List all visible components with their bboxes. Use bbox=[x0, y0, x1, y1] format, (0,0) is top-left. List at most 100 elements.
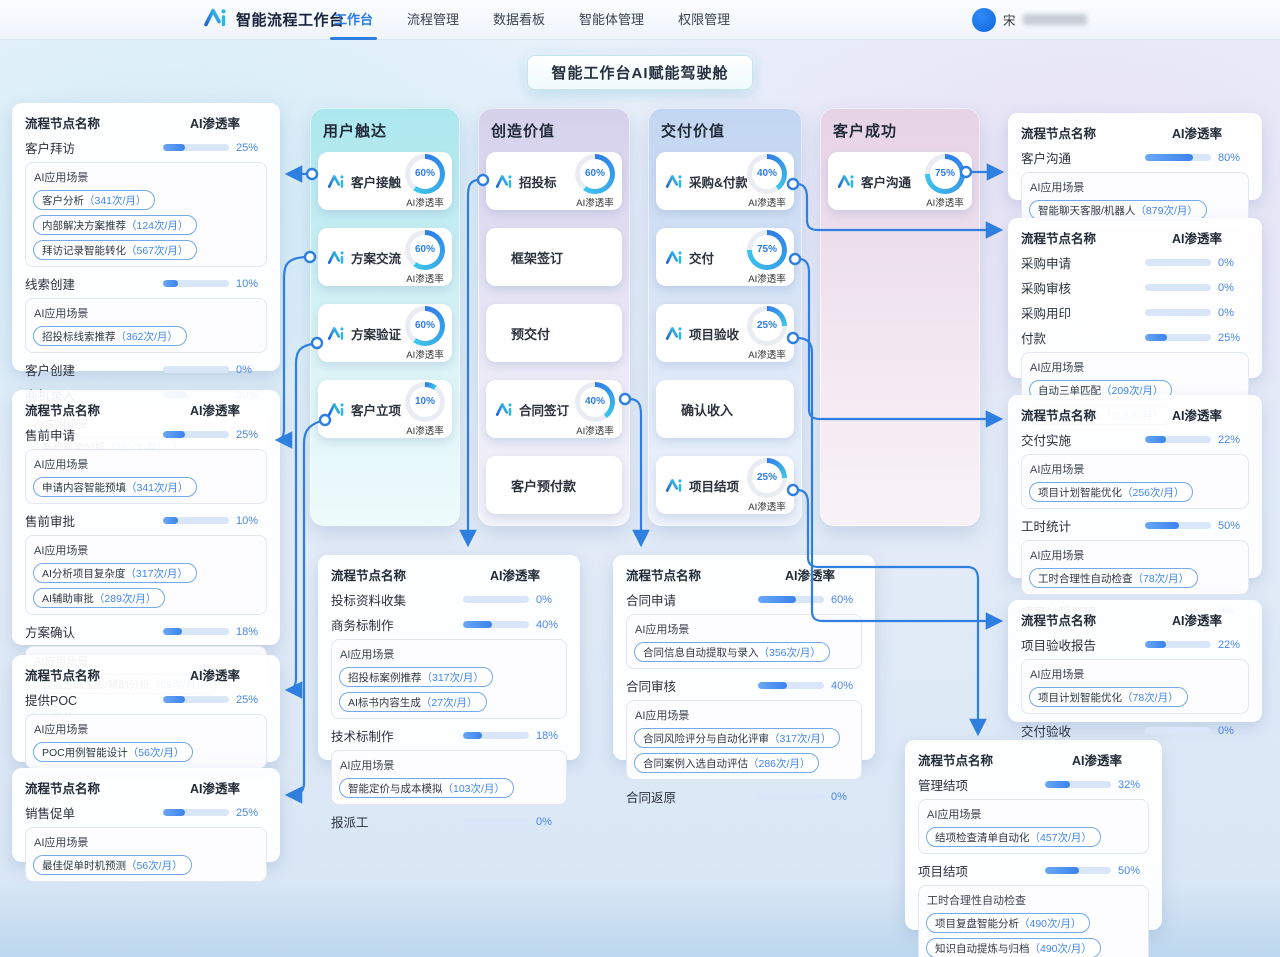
ai-scenario-title: 工时合理性自动检查 bbox=[927, 892, 1141, 908]
ai-scenario-chip[interactable]: 工时合理性自动检查（78次/月） bbox=[1029, 568, 1198, 588]
progress-percent: 50% bbox=[1118, 865, 1140, 877]
ai-scenario-chip[interactable]: 拜访记录智能转化（567次/月） bbox=[33, 240, 197, 260]
avatar[interactable] bbox=[972, 8, 996, 32]
nav-tab-2[interactable]: 数据看板 bbox=[493, 0, 545, 40]
gauge-wrap: 60%AI渗透率 bbox=[405, 306, 445, 361]
ai-workflow-dashboard: 智能流程工作台 工作台流程管理数据看板智能体管理权限管理 宋 智能工作台AI赋能… bbox=[0, 0, 1280, 957]
node-name: 框架签订 bbox=[511, 248, 615, 267]
chip-list: POC用例智能设计（56次/月） bbox=[33, 742, 259, 762]
ai-scenario-chip[interactable]: 智能聊天客服/机器人（879次/月） bbox=[1029, 200, 1207, 220]
gauge-percent: 25% bbox=[757, 472, 777, 483]
stage-node[interactable]: 项目验收25%AI渗透率 bbox=[656, 304, 794, 362]
ai-scenario-chip[interactable]: 结项检查清单自动化（457次/月） bbox=[926, 827, 1101, 847]
ai-scenario-chip[interactable]: 申请内容智能预填（341次/月） bbox=[33, 477, 197, 497]
chip-text: 最佳促单时机预测 bbox=[42, 860, 126, 872]
bar-column: 25% bbox=[163, 694, 267, 706]
stage-node[interactable]: 客户接触60%AI渗透率 bbox=[318, 152, 452, 210]
chip-count: （317次/月） bbox=[422, 672, 484, 684]
stage-node[interactable]: 合同签订40%AI渗透率 bbox=[486, 380, 622, 438]
card-header: 流程节点名称AI渗透率 bbox=[626, 565, 862, 584]
progress-bar bbox=[463, 818, 529, 825]
gauge-percent: 40% bbox=[757, 168, 777, 179]
ai-scenario-chip[interactable]: 项目计划智能优化（256次/月） bbox=[1029, 482, 1193, 502]
ai-scenario-chip[interactable]: 内部解决方案推荐（124次/月） bbox=[33, 215, 197, 235]
node-name: 客户沟通 bbox=[861, 172, 925, 191]
table-row: 商务标制作40%AI应用场景招投标案例推荐（317次/月）AI标书内容生成（27… bbox=[331, 615, 567, 719]
chip-list: 工时合理性自动检查（78次/月） bbox=[1029, 568, 1241, 588]
stage-node[interactable]: 交付75%AI渗透率 bbox=[656, 228, 794, 286]
brand-logo-icon bbox=[203, 7, 229, 33]
ai-logo-icon bbox=[203, 7, 229, 28]
ai-scenario-chip[interactable]: 知识自动提炼与归档（490次/月） bbox=[926, 938, 1101, 957]
ai-scenario-box: AI应用场景招投标案例推荐（317次/月）AI标书内容生成（27次/月） bbox=[331, 639, 567, 719]
stage-node[interactable]: 预交付 bbox=[486, 304, 622, 362]
chip-count: （317次/月） bbox=[769, 733, 831, 745]
stage-node[interactable]: 客户预付款 bbox=[486, 456, 622, 514]
gauge-inner: 10% bbox=[410, 387, 440, 417]
ai-scenario-chip[interactable]: 招投标案例推荐（317次/月） bbox=[339, 667, 493, 687]
stage-node[interactable]: 方案验证60%AI渗透率 bbox=[318, 304, 452, 362]
progress-bar bbox=[463, 596, 529, 603]
stage-node[interactable]: 招投标60%AI渗透率 bbox=[486, 152, 622, 210]
progress-percent: 22% bbox=[1218, 434, 1240, 446]
nav-tab-1[interactable]: 流程管理 bbox=[407, 0, 459, 40]
penetration-gauge: 25% bbox=[747, 458, 787, 498]
ai-scenario-chip[interactable]: 项目计划智能优化（78次/月） bbox=[1029, 687, 1188, 707]
ai-logo-icon bbox=[665, 478, 684, 493]
ai-scenario-chip[interactable]: 合同信息自动提取与录入（356次/月） bbox=[634, 642, 830, 662]
ai-scenario-box: AI应用场景合同风险评分与自动化评审（317次/月）合同案例入选自动评估（286… bbox=[626, 700, 862, 780]
node-label: 采购审核 bbox=[1021, 278, 1145, 297]
row-line: 商务标制作40% bbox=[331, 615, 567, 634]
chip-text: AI辅助审批 bbox=[42, 593, 94, 605]
ai-scenario-chip[interactable]: AI辅助审批（289次/月） bbox=[33, 588, 165, 608]
gauge-wrap: 75%AI渗透率 bbox=[925, 154, 965, 209]
gauge-caption: AI渗透率 bbox=[748, 347, 785, 361]
brand[interactable]: 智能流程工作台 bbox=[203, 7, 345, 33]
ai-scenario-chip[interactable]: AI标书内容生成（27次/月） bbox=[339, 692, 487, 712]
row-line: 销售促单25% bbox=[25, 803, 267, 822]
stage-node[interactable]: 客户沟通75%AI渗透率 bbox=[828, 152, 972, 210]
stage-node[interactable]: 确认收入 bbox=[656, 380, 794, 438]
nav-tab-4[interactable]: 权限管理 bbox=[678, 0, 730, 40]
ai-scenario-chip[interactable]: 智能定价与成本模拟（103次/月） bbox=[339, 778, 514, 798]
stage-node[interactable]: 项目结项25%AI渗透率 bbox=[656, 456, 794, 514]
chip-count: （124次/月） bbox=[126, 220, 188, 232]
gauge-inner: 40% bbox=[580, 387, 610, 417]
ai-logo-icon bbox=[665, 250, 684, 265]
progress-bar bbox=[758, 596, 824, 603]
ai-scenario-chip[interactable]: 招投标线索推荐（362次/月） bbox=[33, 326, 187, 346]
ai-scenario-chip[interactable]: 合同风险评分与自动化评审（317次/月） bbox=[634, 728, 840, 748]
stage-node[interactable]: 采购&付款40%AI渗透率 bbox=[656, 152, 794, 210]
table-row: 报派工0% bbox=[331, 812, 567, 831]
row-line: 提供POC25% bbox=[25, 690, 267, 709]
ai-scenario-chip[interactable]: AI分析项目复杂度（317次/月） bbox=[33, 563, 197, 583]
node-label: 合同审核 bbox=[626, 676, 758, 695]
nav-tab-3[interactable]: 智能体管理 bbox=[579, 0, 644, 40]
table-row: 技术标制作18%AI应用场景智能定价与成本模拟（103次/月） bbox=[331, 726, 567, 805]
page-title: 智能工作台AI赋能驾驶舱 bbox=[527, 55, 753, 90]
row-line: 项目验收报告22% bbox=[1021, 635, 1249, 654]
stage-node[interactable]: 框架签订 bbox=[486, 228, 622, 286]
ai-scenario-chip[interactable]: 合同案例入选自动评估（286次/月） bbox=[634, 753, 819, 773]
detail-card-poc: 流程节点名称AI渗透率提供POC25%AI应用场景POC用例智能设计（56次/月… bbox=[12, 655, 280, 762]
ai-scenario-chip[interactable]: 项目复盘智能分析（490次/月） bbox=[926, 913, 1090, 933]
gauge-caption: AI渗透率 bbox=[926, 195, 963, 209]
stage-title: 创造价值 bbox=[491, 120, 622, 141]
stage-node[interactable]: 方案交流60%AI渗透率 bbox=[318, 228, 452, 286]
ai-scenario-chip[interactable]: 客户分析（341次/月） bbox=[33, 190, 155, 210]
bar-column: 0% bbox=[1145, 307, 1249, 319]
col-header-penetration: AI渗透率 bbox=[1045, 750, 1149, 769]
user-menu[interactable]: 宋 bbox=[972, 8, 1087, 32]
bar-column: 60% bbox=[758, 594, 862, 606]
ai-scenario-chip[interactable]: POC用例智能设计（56次/月） bbox=[33, 742, 193, 762]
nav-tab-0[interactable]: 工作台 bbox=[334, 0, 373, 40]
bar-column: 50% bbox=[1045, 865, 1149, 877]
col-header-penetration: AI渗透率 bbox=[163, 665, 267, 684]
progress-percent: 18% bbox=[536, 730, 558, 742]
stage-node[interactable]: 客户立项10%AI渗透率 bbox=[318, 380, 452, 438]
ai-scenario-chip[interactable]: 最佳促单时机预测（56次/月） bbox=[33, 855, 192, 875]
gauge-wrap: 60%AI渗透率 bbox=[405, 230, 445, 285]
gauge-percent: 60% bbox=[415, 320, 435, 331]
node-name: 项目结项 bbox=[689, 476, 747, 495]
gauge-inner: 60% bbox=[410, 159, 440, 189]
